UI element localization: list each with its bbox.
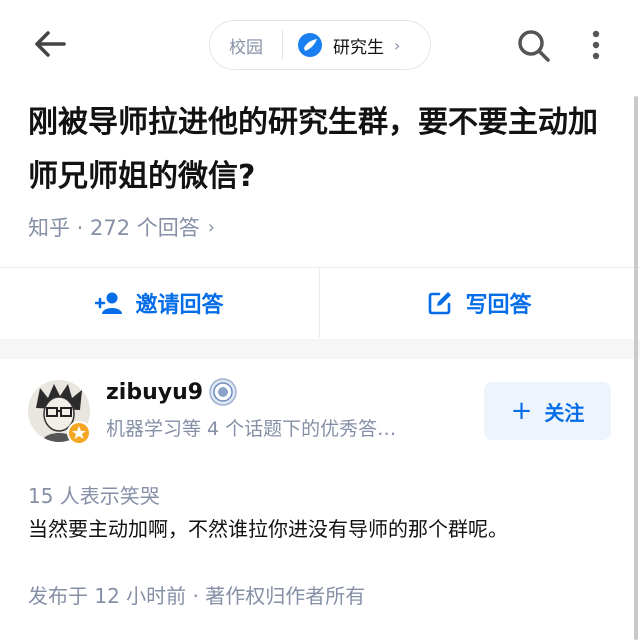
edit-icon: [429, 292, 452, 315]
excellent-badge: [66, 420, 92, 446]
plus-icon: +: [510, 396, 533, 426]
follow-button[interactable]: + 关注: [484, 382, 611, 440]
chevron-right-icon: ›: [394, 35, 401, 55]
invite-user-icon: [95, 292, 123, 314]
follow-label: 关注: [544, 400, 585, 425]
medal-badge-icon: [209, 378, 237, 406]
invite-answer-label: 邀请回答: [135, 293, 224, 318]
author-name-row[interactable]: zibuyu9: [106, 378, 237, 406]
more-button[interactable]: [586, 26, 606, 66]
answer-footer: 发布于 12 小时前 · 著作权归作者所有: [28, 584, 366, 608]
section-tab-campus[interactable]: 校园: [210, 33, 282, 58]
author-name: zibuyu9: [106, 379, 204, 405]
search-icon: [518, 30, 550, 62]
chevron-right-icon: ›: [207, 216, 215, 238]
question-title[interactable]: 刚被导师拉进他的研究生群，要不要主动加师兄师姐的微信?: [28, 96, 598, 204]
back-button[interactable]: [30, 24, 70, 64]
reaction-count[interactable]: 15 人表示笑哭: [28, 480, 160, 509]
more-vertical-icon: [592, 30, 600, 60]
arrow-left-icon: [35, 31, 66, 57]
write-answer-button[interactable]: 写回答: [320, 268, 639, 338]
author-subtitle: 机器学习等 4 个话题下的优秀答…: [106, 418, 397, 440]
scrollbar[interactable]: [634, 96, 638, 640]
answer-count: 知乎 · 272 个回答: [28, 216, 200, 240]
answer-content[interactable]: 当然要主动加啊，不然谁拉你进没有导师的那个群呢。: [28, 514, 508, 544]
section-gap: [0, 339, 640, 359]
topic-link[interactable]: 研究生 ›: [283, 32, 430, 58]
write-answer-label: 写回答: [465, 293, 532, 318]
topic-logo-icon: [298, 33, 322, 57]
question-meta[interactable]: 知乎 · 272 个回答 ›: [28, 212, 215, 242]
search-button[interactable]: [514, 26, 554, 66]
invite-answer-button[interactable]: 邀请回答: [0, 268, 319, 338]
star-badge-icon: [67, 421, 91, 445]
topic-pill[interactable]: 校园 研究生 ›: [209, 20, 431, 70]
topic-label: 研究生: [333, 37, 384, 58]
